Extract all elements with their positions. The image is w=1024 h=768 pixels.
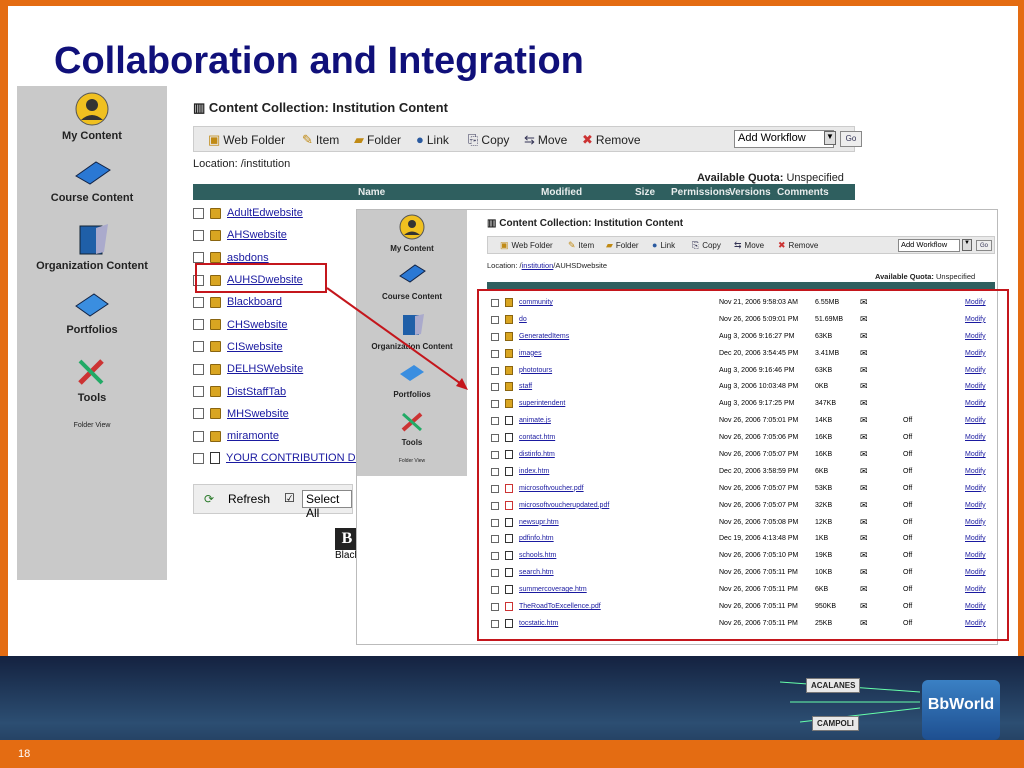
acalanes-badge: ACALANES	[806, 678, 861, 693]
footer-strip	[0, 740, 1024, 768]
campolindo-badge: CAMPOLI	[812, 716, 859, 731]
network-lines	[780, 681, 921, 723]
arrow-connector	[326, 287, 468, 390]
page-number: 18	[18, 748, 31, 760]
bbworld-logo: BbWorld '07	[922, 680, 1000, 763]
